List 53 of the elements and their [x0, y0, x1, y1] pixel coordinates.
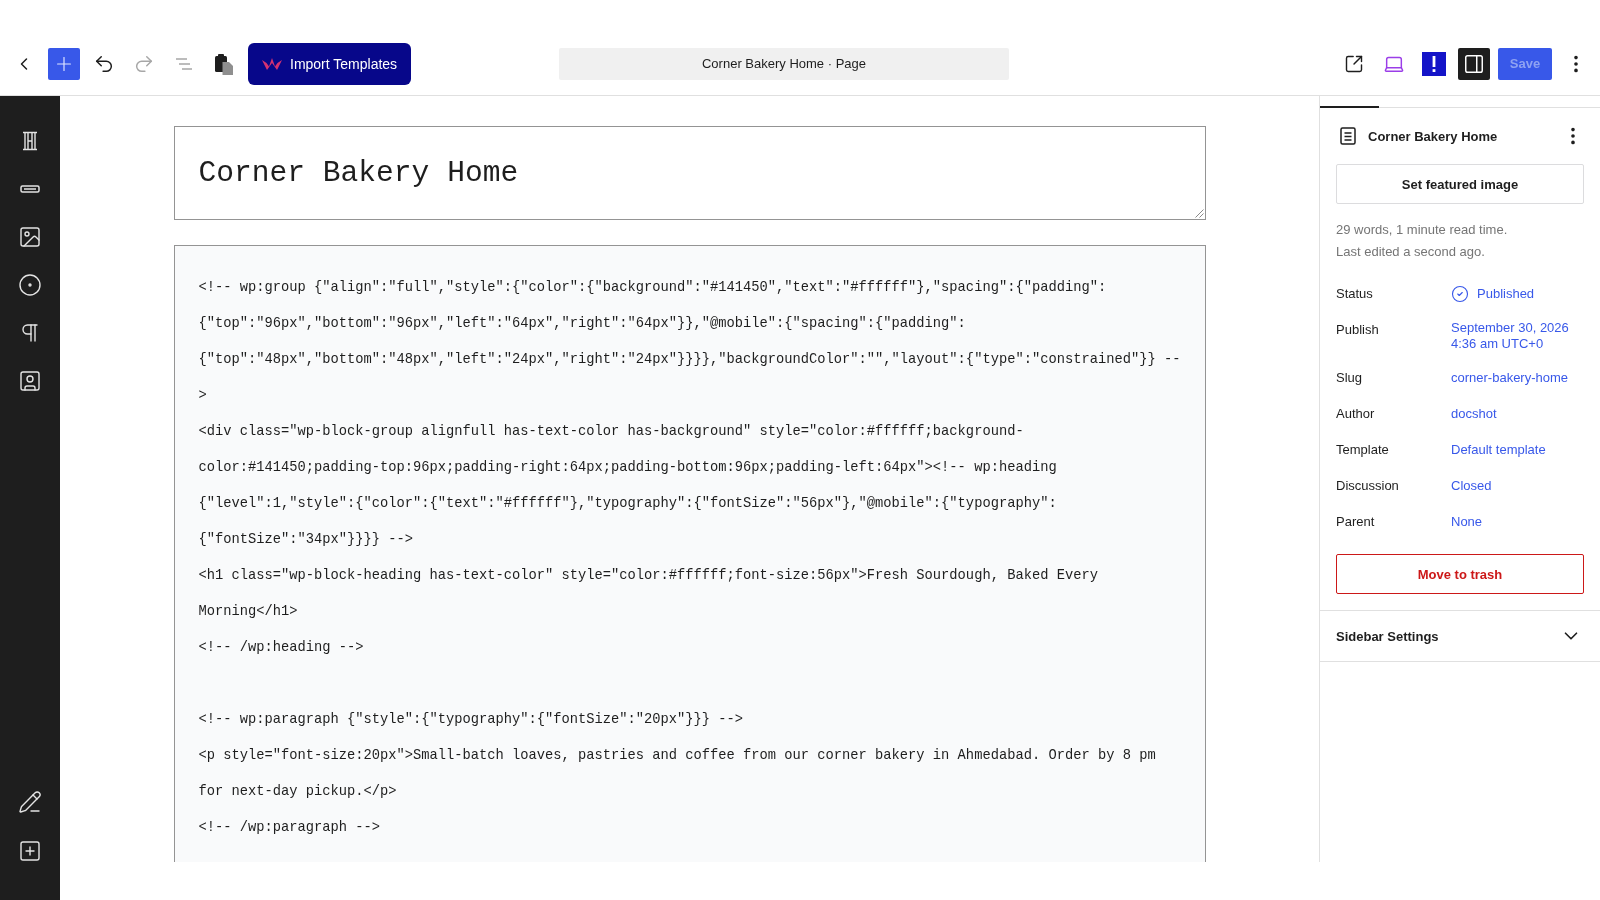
settings-toggle-button[interactable]: [1458, 47, 1490, 80]
image-icon[interactable]: [18, 225, 42, 249]
featured-image-button[interactable]: Set featured image: [1336, 164, 1584, 204]
code-line: <p style="font-size:20px">Small-batch loaves, pastries and coffee from our corner bakery in Ahmedabad. Order by 8 pm: [198, 747, 1157, 765]
code-editor-field[interactable]: [173, 245, 1206, 862]
code-line: <div class="wp-block-group alignfull has-text-color has-background" style="color:#ffffff;background-: [198, 423, 1025, 441]
code-line: {"top":"96px","bottom":"96px","left":"64px","right":"64px"}},"@mobile":{"spacing":{"padding":: [198, 315, 967, 333]
code-line: <!-- wp:group {"align":"full","style":{"color":{"background":"#141450","text":"#ffffff"},"spacing":{"padding":: [198, 279, 1108, 297]
setting-value-link[interactable]: docshot: [1451, 398, 1497, 430]
setting-value-link[interactable]: None: [1451, 506, 1483, 538]
code-line: <!-- /wp:paragraph -->: [198, 819, 382, 837]
pencil-icon[interactable]: [18, 790, 42, 814]
setting-label: Template: [1336, 441, 1390, 459]
contact-icon[interactable]: [18, 369, 42, 393]
add-block-button[interactable]: [48, 47, 80, 80]
code-line: <!-- /wp:heading -->: [198, 639, 365, 657]
external-link-icon[interactable]: [1344, 53, 1364, 74]
code-line: color:#141450;padding-top:96px;padding-right:64px;padding-bottom:96px;padding-left:64px"><!-- wp:heading: [198, 459, 1058, 477]
setting-label: Discussion: [1336, 477, 1400, 495]
code-line: Morning</h1>: [198, 603, 299, 621]
setting-label: Publish: [1336, 321, 1380, 339]
clipboard-icon[interactable]: [212, 51, 236, 76]
move-to-trash-button[interactable]: Move to trash: [1336, 554, 1584, 594]
post-stats-text: Last edited a second ago.: [1336, 243, 1486, 261]
code-line: >: [198, 387, 208, 405]
logo-icon: [262, 56, 282, 71]
code-line: <!-- wp:paragraph {"style":{"typography":{"fontSize":"20px"}}} -->: [198, 711, 745, 729]
import-templates-button[interactable]: Import Templates: [248, 42, 412, 85]
document-title-bar[interactable]: Corner Bakery Home · Page: [559, 47, 1009, 80]
setting-label: Parent: [1336, 513, 1376, 531]
status-button[interactable]: Published: [1451, 278, 1535, 310]
exclamation-icon[interactable]: [1422, 51, 1446, 76]
setting-value-link[interactable]: Default template: [1451, 434, 1546, 466]
page-title: Corner Bakery Home: [1368, 128, 1498, 144]
setting-label: Status: [1336, 285, 1374, 303]
setting-value-link[interactable]: September 30, 2026 4:36 am UTC+0: [1451, 314, 1584, 358]
sidebar-panel-icon: [1463, 52, 1485, 75]
post-stats-text: 29 words, 1 minute read time.: [1336, 221, 1509, 239]
check-circle-icon: [1451, 285, 1469, 303]
setting-value-link[interactable]: Closed: [1451, 470, 1492, 502]
circle-dot-icon[interactable]: [18, 273, 42, 297]
code-line: {"level":1,"style":{"color":{"text":"#ffffff"},"typography":{"fontSize":"56px"},"@mobile":{"typography":: [198, 495, 1058, 513]
setting-label: Slug: [1336, 369, 1364, 387]
add-square-icon[interactable]: [18, 839, 42, 863]
tab-indicator: [1320, 106, 1379, 108]
code-line: <h1 class="wp-block-heading has-text-color" style="color:#ffffff;font-size:56px">Fresh Sourdough, Baked Every: [198, 567, 1099, 585]
resize-handle-icon[interactable]: [1194, 209, 1204, 218]
code-line: for next-day pickup.</p>: [198, 783, 398, 801]
setting-value-link[interactable]: corner-bakery-home: [1451, 362, 1569, 394]
setting-label: Author: [1336, 405, 1376, 423]
title-field[interactable]: Corner Bakery Home: [173, 126, 1206, 220]
code-line: {"top":"48px","bottom":"48px","left":"24px","right":"24px"}}}},"backgroundColor":"","layout":{"type":"constrained"}} --: [198, 351, 1181, 369]
code-line: {"fontSize":"34px"}}}} -->: [198, 531, 415, 549]
